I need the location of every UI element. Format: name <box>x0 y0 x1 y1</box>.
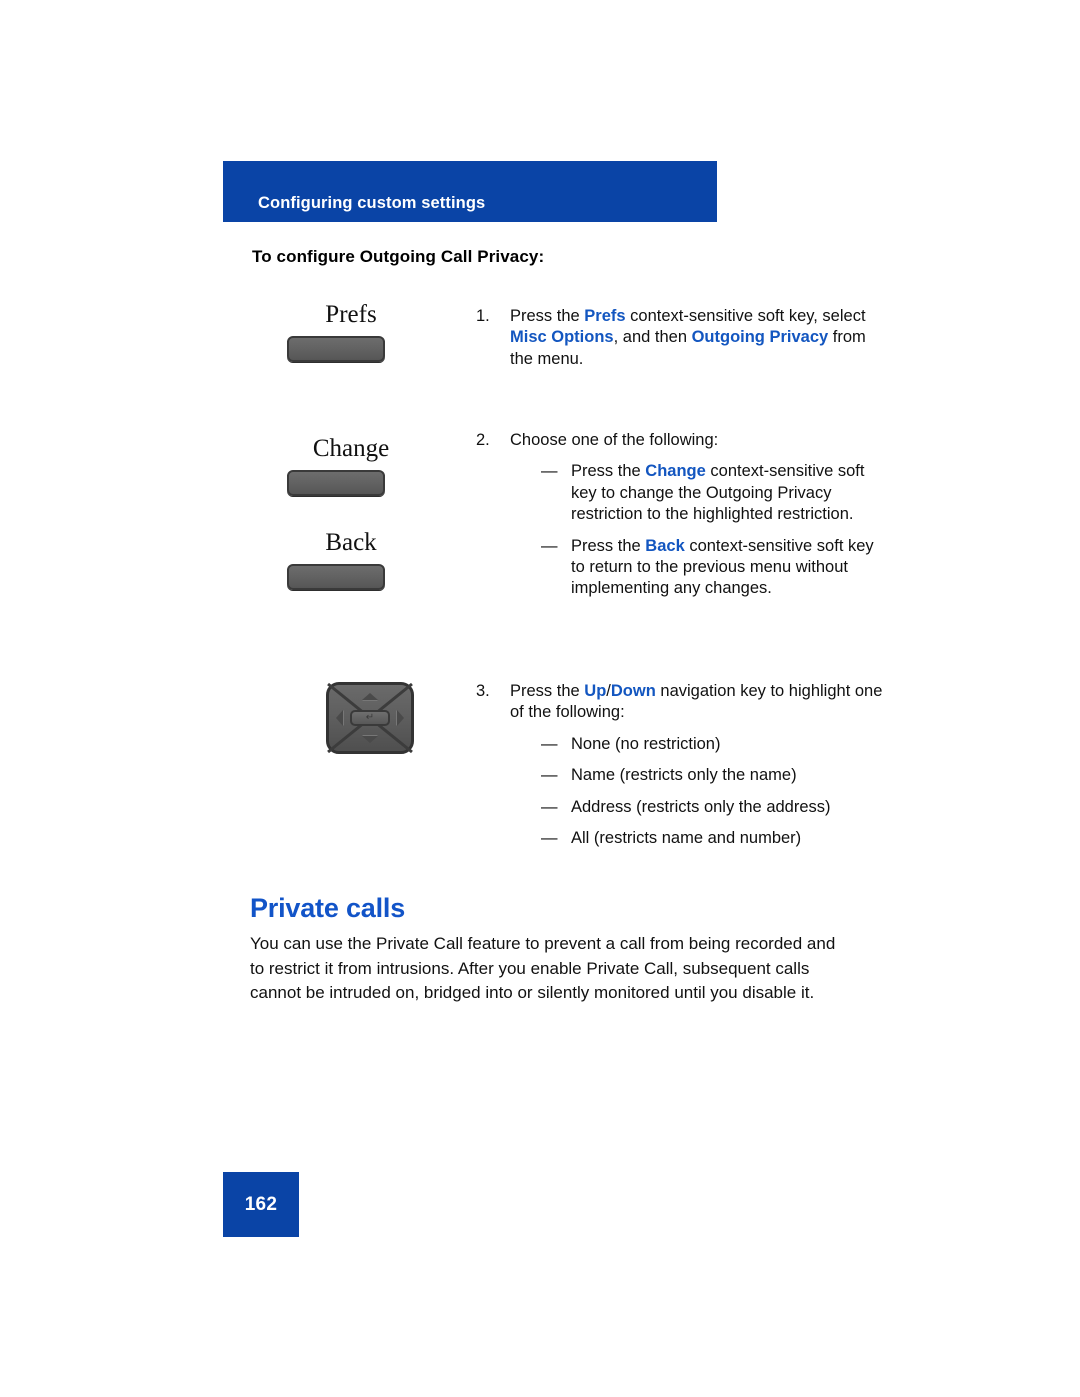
soft-key-button-change <box>287 470 385 496</box>
step-number: 3. <box>476 682 490 700</box>
sub-item-dash: — <box>541 797 558 816</box>
enter-key-icon: ↵ <box>350 710 390 726</box>
arrow-down-icon <box>362 736 378 743</box>
emphasis-term: Up <box>584 682 607 700</box>
step-body: Press the Up/Down navigation key to high… <box>510 682 882 721</box>
sub-item-dash: — <box>541 829 558 848</box>
step-body: Choose one of the following: <box>510 431 718 449</box>
step-sub-item: — Press the Change context-sensitive soft… <box>541 461 890 525</box>
step-body: Press the Prefs context-sensitive soft k… <box>510 307 866 368</box>
step-sub-item: — All (restricts name and number) <box>541 828 890 849</box>
step-text-run: Press the <box>510 307 585 325</box>
procedure-step: 3. Press the Up/Down navigation key to hi… <box>476 681 890 849</box>
step-sub-item: — Name (restricts only the name) <box>541 765 890 786</box>
page-number-text: 162 <box>244 1193 278 1215</box>
sub-item-text: Address (restricts only the address) <box>571 798 831 816</box>
sub-item-text: None (no restriction) <box>571 735 720 753</box>
sub-item-text: All (restricts name and number) <box>571 829 801 847</box>
emphasis-term: Back <box>645 536 685 555</box>
soft-key-illustration-prefs: Prefs <box>240 300 470 362</box>
navigation-key-illustration: ↵ <box>240 682 470 754</box>
header-banner-title: Configuring custom settings <box>258 194 486 212</box>
step-number: 2. <box>476 431 490 449</box>
step-text-run: Press the <box>571 536 646 555</box>
procedure-step: 2. Choose one of the following: — Press the… <box>476 430 890 600</box>
step-text-run: None (no restriction) <box>571 734 721 753</box>
procedure-subheading: To configure Outgoing Call Privacy: <box>252 247 545 266</box>
navigation-key-icon: ↵ <box>326 682 414 754</box>
step-text-run: Choose one of the following: <box>510 431 719 449</box>
step-number: 1. <box>476 307 490 325</box>
page-number-badge: 162 <box>223 1172 299 1237</box>
emphasis-term: Outgoing Privacy <box>691 328 829 347</box>
section-header-banner: Configuring custom settings <box>223 161 717 222</box>
sub-item-dash: — <box>541 734 558 753</box>
soft-key-button-back <box>287 564 385 590</box>
emphasis-term: Change <box>645 462 706 481</box>
step-text-run: Press the <box>510 682 585 700</box>
step-text-run: All (restricts name and number) <box>571 829 802 848</box>
step-sub-item: — Press the Back context-sensitive soft k… <box>541 536 890 600</box>
sub-item-text: Press the Change context-sensitive soft … <box>571 462 864 523</box>
step-text-run: Name (restricts only the name) <box>571 766 797 785</box>
step-text-run: Press the <box>571 462 646 481</box>
sub-item-dash: — <box>541 766 558 785</box>
arrow-left-icon <box>336 710 343 726</box>
sub-item-dash: — <box>541 536 558 555</box>
soft-key-label-back: Back <box>325 529 377 556</box>
soft-key-button-prefs <box>287 336 385 362</box>
section-body-paragraph: You can use the Private Call feature to … <box>250 934 836 1003</box>
step-sub-item: — None (no restriction) <box>541 734 890 755</box>
step-text-run: , and then <box>613 328 692 347</box>
soft-key-illustration-change: Change <box>240 434 470 496</box>
step-sub-item: — Address (restricts only the address) <box>541 797 890 818</box>
step-text-run: Address (restricts only the address) <box>571 797 831 816</box>
arrow-right-icon <box>397 710 404 726</box>
sub-item-text: Press the Back context-sensitive soft ke… <box>571 537 874 598</box>
step-text-run: context-sensitive soft key, select <box>625 307 866 325</box>
soft-key-label-change: Change <box>312 435 390 462</box>
soft-key-label-prefs: Prefs <box>325 301 377 328</box>
emphasis-term: Misc Options <box>510 328 614 347</box>
section-heading-private-calls: Private calls <box>250 893 406 923</box>
sub-item-text: Name (restricts only the name) <box>571 766 797 784</box>
soft-key-illustration-back: Back <box>240 528 470 590</box>
sub-item-dash: — <box>541 462 558 481</box>
step-sub-list: — None (no restriction) — Name (restricts o… <box>510 734 890 850</box>
emphasis-term: Down <box>610 682 656 700</box>
arrow-up-icon <box>362 693 378 700</box>
step-sub-list: — Press the Change context-sensitive soft… <box>510 461 890 599</box>
procedure-step: 1. Press the Prefs context-sensitive soft… <box>476 306 890 370</box>
document-page: Configuring custom settings To configure… <box>0 0 1080 1397</box>
emphasis-term: Prefs <box>584 307 626 325</box>
